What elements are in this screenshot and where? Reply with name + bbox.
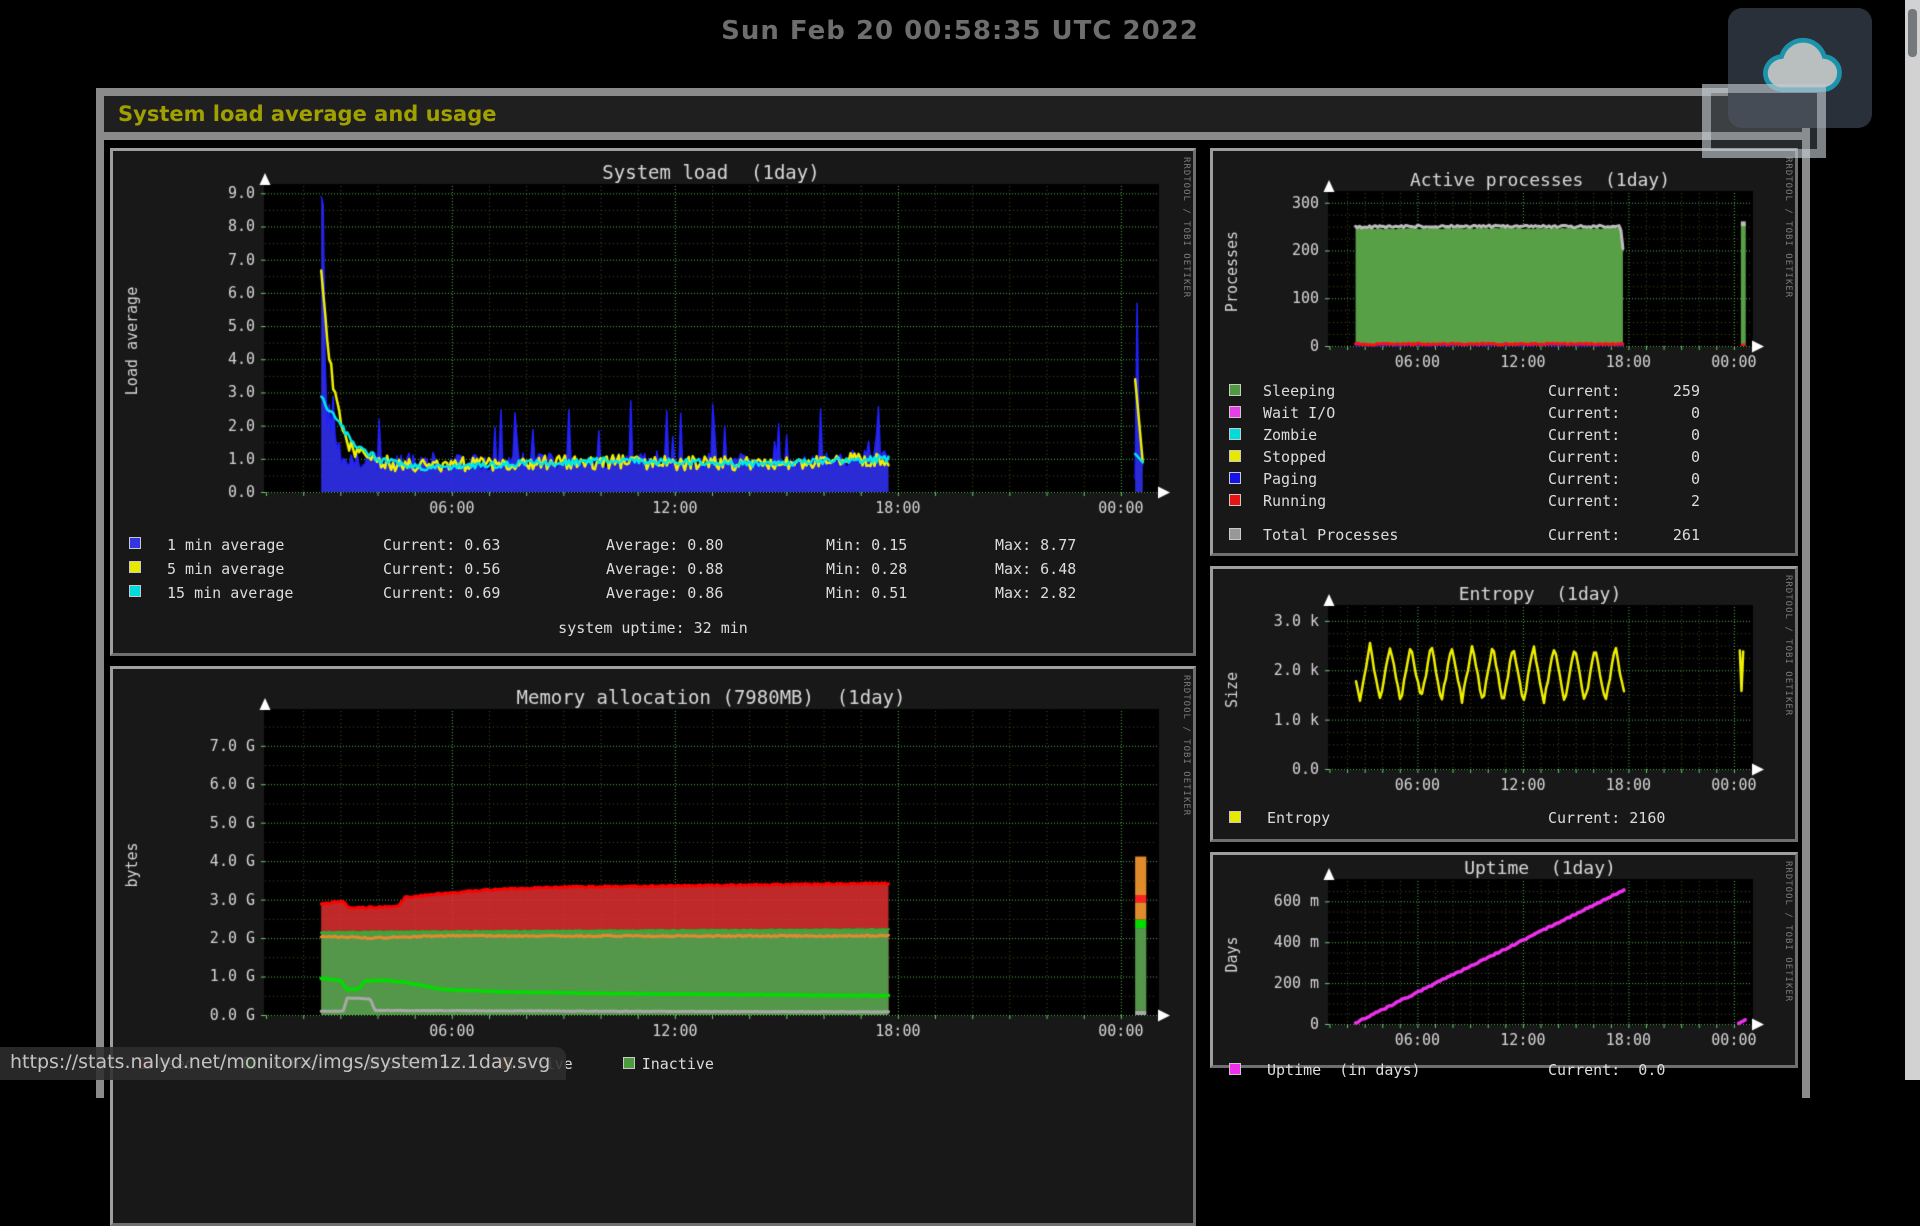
legend-max: Max: 6.48 <box>995 557 1191 581</box>
legend-metric: Current: <box>1548 380 1656 402</box>
legend-average: Average: 0.86 <box>606 581 826 605</box>
uptime-chart <box>1215 857 1793 1053</box>
legend-label: Paging <box>1263 468 1548 490</box>
scrollbar-thumb[interactable] <box>1908 9 1917 57</box>
legend-average: Average: 0.88 <box>606 557 826 581</box>
legend-metric: Current: <box>1548 490 1656 512</box>
legend-swatch <box>1229 384 1241 396</box>
uptime-panel: RRDTOOL / TOBI OETIKER Uptime (in days) … <box>1210 852 1798 1068</box>
legend-metric: Current: <box>1548 424 1656 446</box>
scrollbar-track[interactable] <box>1905 0 1920 1080</box>
legend-value: 0 <box>1656 424 1700 446</box>
legend-label: Sleeping <box>1263 380 1548 402</box>
rrdtool-watermark: RRDTOOL / TOBI OETIKER <box>1783 575 1793 716</box>
legend-swatch <box>1229 494 1241 506</box>
legend-label: 1 min average <box>167 533 383 557</box>
legend-swatch <box>129 537 141 549</box>
legend-metric: Current: <box>1548 402 1656 424</box>
legend-metric: Current: <box>1548 524 1656 546</box>
legend-label: Inactive <box>642 1053 714 1075</box>
legend-swatch <box>129 561 141 573</box>
legend-swatch <box>1229 406 1241 418</box>
active-processes-panel: RRDTOOL / TOBI OETIKER Sleeping Current:… <box>1210 148 1798 556</box>
legend-label: Wait I/O <box>1263 402 1548 424</box>
entropy-legend: Entropy Current: 2160 <box>1215 807 1793 829</box>
legend-current: Current: 0.63 <box>383 533 606 557</box>
window-ghost-overlay <box>1702 84 1826 158</box>
legend-min: Min: 0.15 <box>826 533 995 557</box>
legend-label: Entropy <box>1267 807 1548 829</box>
legend-label: Running <box>1263 490 1548 512</box>
legend-current: Current: 0.56 <box>383 557 606 581</box>
rrdtool-watermark: RRDTOOL / TOBI OETIKER <box>1181 157 1191 298</box>
legend-swatch <box>1229 528 1241 540</box>
system-load-chart <box>115 153 1191 521</box>
section-header: System load average and usage <box>104 96 1802 140</box>
system-load-panel: RRDTOOL / TOBI OETIKER 1 min average Cur… <box>110 148 1196 656</box>
legend-label: 15 min average <box>167 581 383 605</box>
legend-swatch <box>1229 1063 1241 1075</box>
rrdtool-watermark: RRDTOOL / TOBI OETIKER <box>1783 861 1793 1002</box>
rrdtool-watermark: RRDTOOL / TOBI OETIKER <box>1181 675 1191 816</box>
legend-value: 2 <box>1656 490 1700 512</box>
legend-current: Current: 2160 <box>1548 807 1793 829</box>
section-title: System load average and usage <box>118 102 497 126</box>
legend-current: Current: 0.69 <box>383 581 606 605</box>
rrdtool-watermark: RRDTOOL / TOBI OETIKER <box>1783 157 1793 298</box>
memory-allocation-chart <box>115 671 1191 1049</box>
legend-value: 0 <box>1656 402 1700 424</box>
legend-label: 5 min average <box>167 557 383 581</box>
legend-current: Current: 0.0 <box>1548 1059 1793 1081</box>
status-bar-url: https://stats.nalyd.net/monitorx/imgs/sy… <box>0 1047 566 1080</box>
legend-value: 0 <box>1656 468 1700 490</box>
legend-swatch <box>1229 428 1241 440</box>
legend-min: Min: 0.51 <box>826 581 995 605</box>
main-frame: System load average and usage RRDTOOL / … <box>96 88 1810 1098</box>
legend-metric: Current: <box>1548 468 1656 490</box>
legend-max: Max: 8.77 <box>995 533 1191 557</box>
legend-average: Average: 0.80 <box>606 533 826 557</box>
page-title: Sun Feb 20 00:58:35 UTC 2022 <box>0 16 1920 46</box>
active-processes-chart <box>1215 153 1793 377</box>
legend-metric: Current: <box>1548 446 1656 468</box>
legend-value: 261 <box>1656 524 1700 546</box>
legend-label: Zombie <box>1263 424 1548 446</box>
legend-value: 0 <box>1656 446 1700 468</box>
legend-swatch <box>1229 472 1241 484</box>
legend-value: 259 <box>1656 380 1700 402</box>
processes-legend: Sleeping Current: 259 Wait I/O Current: … <box>1215 380 1793 546</box>
legend-swatch <box>623 1057 635 1069</box>
entropy-panel: RRDTOOL / TOBI OETIKER Entropy Current: … <box>1210 566 1798 842</box>
system-load-legend: 1 min average Current: 0.63 Average: 0.8… <box>115 533 1191 605</box>
legend-label: Uptime (in days) <box>1267 1059 1548 1081</box>
legend-min: Min: 0.28 <box>826 557 995 581</box>
entropy-chart <box>1215 571 1793 801</box>
memory-allocation-panel: RRDTOOL / TOBI OETIKER Used Cached Buffe… <box>110 666 1196 1226</box>
system-uptime-text: system uptime: 32 min <box>115 619 1191 637</box>
legend-swatch <box>1229 811 1241 823</box>
uptime-legend: Uptime (in days) Current: 0.0 <box>1215 1059 1793 1081</box>
legend-label: Stopped <box>1263 446 1548 468</box>
legend-label: Total Processes <box>1263 524 1548 546</box>
legend-max: Max: 2.82 <box>995 581 1191 605</box>
legend-swatch <box>129 585 141 597</box>
legend-swatch <box>1229 450 1241 462</box>
